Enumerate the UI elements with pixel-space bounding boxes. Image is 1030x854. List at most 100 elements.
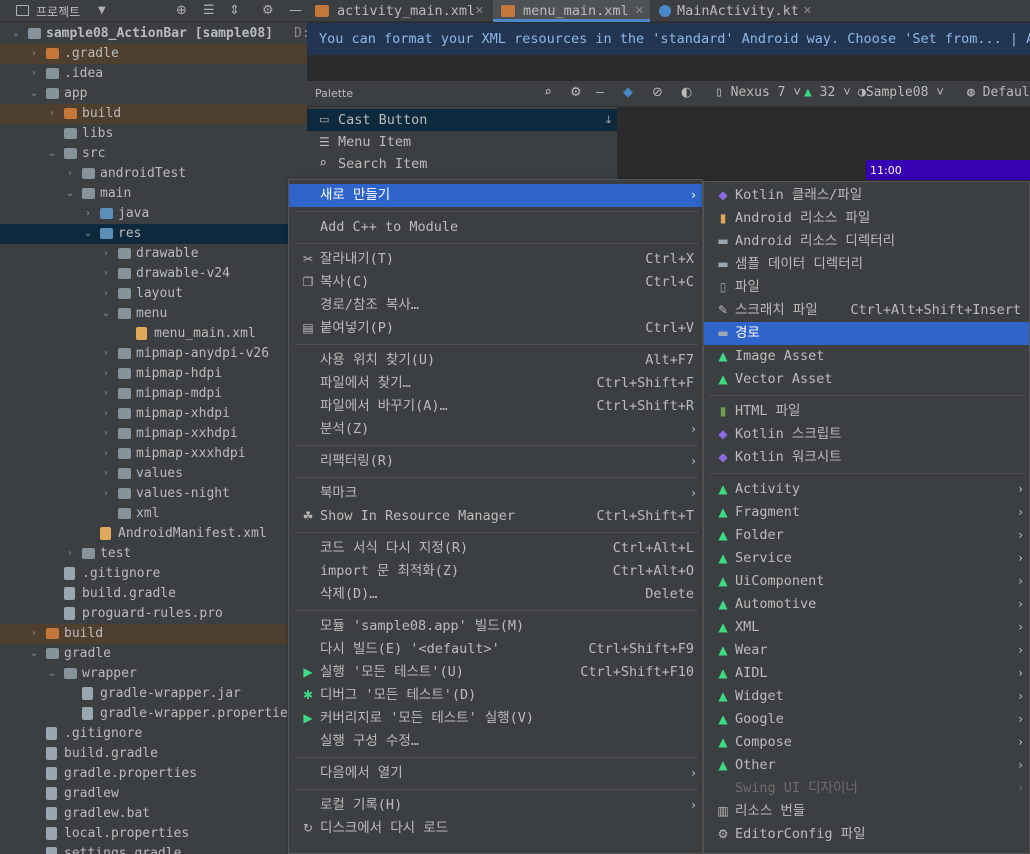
chevron-right-icon[interactable]: › — [100, 464, 112, 484]
tree-item[interactable]: › mipmap-xhdpi — [0, 404, 307, 424]
palette-item-search-item[interactable]: ⌕ Search Item — [307, 153, 617, 175]
collapse-all-icon[interactable]: ☰ — [203, 3, 215, 18]
chevron-down-icon[interactable]: ⌄ — [82, 224, 94, 244]
tree-item[interactable]: › drawable — [0, 244, 307, 264]
api-selector[interactable]: ▲ 32 ˅ — [804, 85, 851, 100]
project-view-icon[interactable] — [16, 5, 29, 16]
chevron-right-icon[interactable]: › — [100, 444, 112, 464]
chevron-right-icon[interactable]: › — [100, 384, 112, 404]
menu-item[interactable]: ▶ 커버리지로 '모든 테스트' 실행(V) — [289, 707, 702, 730]
menu-item[interactable]: ↻ 디스크에서 다시 로드 — [289, 817, 702, 840]
device-selector[interactable]: ▯ Nexus 7 ˅ — [715, 85, 801, 100]
tree-item[interactable]: settings.gradle — [0, 844, 307, 854]
chevron-right-icon[interactable]: › — [100, 404, 112, 424]
format-notification-banner[interactable]: You can format your XML resources in the… — [307, 23, 1030, 55]
chevron-right-icon[interactable]: › — [100, 244, 112, 264]
tree-item[interactable]: › mipmap-xxxhdpi — [0, 444, 307, 464]
theme-selector[interactable]: ◑Sample08 ˅ — [858, 85, 944, 100]
tree-item[interactable]: › .idea — [0, 64, 307, 84]
menu-item[interactable]: ▶ 실행 '모든 테스트'(U) Ctrl+Shift+F10 — [289, 661, 702, 684]
menu-item[interactable]: ✂ 잘라내기(T) Ctrl+X — [289, 248, 702, 271]
menu-item[interactable]: ▬ Android 리소스 디렉터리 — [704, 230, 1029, 253]
chevron-right-icon[interactable]: › — [100, 264, 112, 284]
chevron-right-icon[interactable]: › — [46, 104, 58, 124]
tab-activity-main[interactable]: activity_main.xml ✕ — [307, 0, 490, 22]
chevron-down-icon[interactable]: ⌄ — [46, 664, 58, 684]
close-icon[interactable]: ✕ — [803, 0, 812, 22]
tree-item[interactable]: › mipmap-anydpi-v26 — [0, 344, 307, 364]
menu-item[interactable]: ◆ Kotlin 워크시트 — [704, 446, 1029, 469]
tree-item[interactable]: ⌄ sample08_ActionBar [sample08] D:\ — [0, 24, 307, 44]
menu-item[interactable]: ▲ AIDL › — [704, 662, 1029, 685]
menu-item[interactable]: ▲ Folder › — [704, 524, 1029, 547]
tree-item[interactable]: › mipmap-hdpi — [0, 364, 307, 384]
tree-item[interactable]: xml — [0, 504, 307, 524]
tree-item[interactable]: AndroidManifest.xml — [0, 524, 307, 544]
chevron-right-icon[interactable]: › — [28, 44, 40, 64]
menu-item[interactable]: ▥ 리소스 번들 — [704, 800, 1029, 823]
tree-item[interactable]: › drawable-v24 — [0, 264, 307, 284]
close-icon[interactable]: ✕ — [475, 0, 484, 22]
search-icon[interactable]: ⌕ — [544, 85, 552, 100]
menu-item[interactable]: ▤ 붙여넣기(P) Ctrl+V — [289, 317, 702, 340]
menu-item[interactable]: 로컬 기록(H) › — [289, 794, 702, 817]
menu-item[interactable]: ✎ 스크래치 파일 Ctrl+Alt+Shift+Insert — [704, 299, 1029, 322]
menu-item[interactable]: 분석(Z) › — [289, 418, 702, 441]
chevron-down-icon[interactable]: ⌄ — [46, 144, 58, 164]
tree-item[interactable]: › values — [0, 464, 307, 484]
menu-item[interactable]: ▲ Widget › — [704, 685, 1029, 708]
menu-item[interactable]: ▯ 파일 — [704, 276, 1029, 299]
menu-item[interactable]: 파일에서 찾기… Ctrl+Shift+F — [289, 372, 702, 395]
menu-item[interactable]: ☘ Show In Resource Manager Ctrl+Shift+T — [289, 505, 702, 528]
chevron-down-icon[interactable]: ▼ — [98, 5, 106, 16]
menu-item[interactable]: ▲ Activity › — [704, 478, 1029, 501]
menu-item[interactable]: ⚙ EditorConfig 파일 — [704, 823, 1029, 846]
layers-icon[interactable]: ◆ — [623, 85, 633, 100]
chevron-right-icon[interactable]: › — [64, 544, 76, 564]
tree-item[interactable]: gradle.properties — [0, 764, 307, 784]
menu-item[interactable]: ▲ Google › — [704, 708, 1029, 731]
tree-item[interactable]: › androidTest — [0, 164, 307, 184]
menu-item[interactable]: 모듈 'sample08.app' 빌드(M) — [289, 615, 702, 638]
menu-item[interactable]: 북마크 › — [289, 482, 702, 505]
menu-item[interactable]: 실행 구성 수정… — [289, 730, 702, 753]
chevron-right-icon[interactable]: › — [28, 624, 40, 644]
tree-item[interactable]: › build — [0, 104, 307, 124]
close-icon[interactable]: ✕ — [635, 0, 644, 22]
tree-item[interactable]: local.properties — [0, 824, 307, 844]
gear-icon[interactable]: ⚙ — [570, 85, 582, 100]
chevron-right-icon[interactable]: › — [100, 484, 112, 504]
tree-item[interactable]: libs — [0, 124, 307, 144]
locate-icon[interactable]: ⊕ — [176, 3, 187, 18]
menu-item[interactable]: ❐ 복사(C) Ctrl+C — [289, 271, 702, 294]
menu-item[interactable]: ▲ Vector Asset — [704, 368, 1029, 391]
chevron-down-icon[interactable]: ⌄ — [28, 84, 40, 104]
tree-item[interactable]: .gitignore — [0, 724, 307, 744]
chevron-right-icon[interactable]: › — [100, 344, 112, 364]
tree-item[interactable]: menu_main.xml — [0, 324, 307, 344]
tree-item[interactable]: gradlew.bat — [0, 804, 307, 824]
menu-item[interactable]: 다음에서 열기 › — [289, 762, 702, 785]
chevron-right-icon[interactable]: › — [100, 424, 112, 444]
menu-item[interactable]: ▲ Compose › — [704, 731, 1029, 754]
menu-item[interactable]: 리팩터링(R) › — [289, 450, 702, 473]
chevron-down-icon[interactable]: ⌄ — [28, 644, 40, 664]
tree-item[interactable]: ⌄ wrapper — [0, 664, 307, 684]
project-panel-title[interactable]: 프로젝트 — [36, 3, 80, 20]
tree-item[interactable]: › java — [0, 204, 307, 224]
tree-item[interactable]: › layout — [0, 284, 307, 304]
hide-icon[interactable]: — — [596, 85, 604, 100]
chevron-right-icon[interactable]: › — [28, 64, 40, 84]
tab-main-activity[interactable]: MainActivity.kt ✕ — [653, 0, 818, 22]
tree-item[interactable]: gradle-wrapper.jar — [0, 684, 307, 704]
tree-item[interactable]: › mipmap-xxhdpi — [0, 424, 307, 444]
chevron-right-icon[interactable]: › — [100, 364, 112, 384]
palette-item-cast-button[interactable]: ▭ Cast Button ⤓ — [307, 109, 617, 131]
menu-item[interactable]: ▮ HTML 파일 — [704, 400, 1029, 423]
menu-item[interactable]: 다시 빌드(E) '<default>' Ctrl+Shift+F9 — [289, 638, 702, 661]
chevron-down-icon[interactable]: ⌄ — [64, 184, 76, 204]
menu-item[interactable]: ✱ 디버그 '모든 테스트'(D) — [289, 684, 702, 707]
tree-item[interactable]: › build — [0, 624, 307, 644]
menu-item[interactable]: ▬ 경로 — [704, 322, 1029, 345]
menu-item[interactable]: ▲ Automotive › — [704, 593, 1029, 616]
